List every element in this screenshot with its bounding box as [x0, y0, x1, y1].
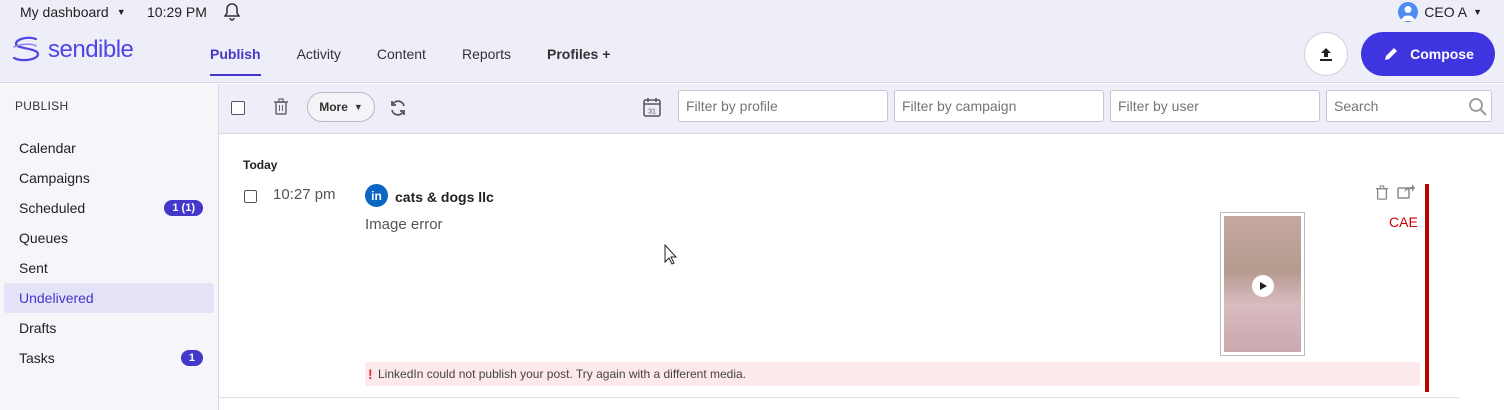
- main-nav: Publish Activity Content Reports Profile…: [210, 25, 646, 83]
- sidebar-item-label: Tasks: [19, 350, 55, 366]
- linkedin-icon: in: [365, 184, 388, 207]
- more-label: More: [319, 100, 348, 114]
- more-button[interactable]: More ▼: [307, 92, 375, 122]
- logo-text: sendible: [48, 36, 134, 63]
- sidebar-item-undelivered[interactable]: Undelivered: [4, 283, 214, 313]
- svg-text:31: 31: [648, 109, 656, 116]
- sidebar-item-calendar[interactable]: Calendar: [4, 133, 214, 163]
- post-time: 10:27 pm: [273, 186, 336, 203]
- mouse-cursor-icon: [664, 243, 678, 271]
- post-checkbox[interactable]: [244, 190, 257, 203]
- user-name: CEO A: [1424, 4, 1468, 20]
- count-badge: 1 (1): [164, 200, 203, 216]
- sidebar-item-label: Calendar: [19, 140, 76, 156]
- day-heading: Today: [243, 158, 278, 172]
- filter-campaign-input[interactable]: [894, 90, 1104, 122]
- compose-label: Compose: [1410, 46, 1474, 62]
- error-indicator-bar: [1425, 184, 1429, 392]
- avatar: [1398, 2, 1419, 22]
- search-icon[interactable]: [1468, 97, 1488, 122]
- play-icon[interactable]: [1252, 275, 1274, 297]
- refresh-icon[interactable]: [388, 98, 408, 123]
- sidebar-item-label: Sent: [19, 260, 48, 276]
- post-text: Image error: [365, 216, 443, 233]
- exclamation-icon: !: [368, 366, 373, 382]
- sidebar-item-scheduled[interactable]: Scheduled 1 (1): [4, 193, 214, 223]
- sidebar-item-label: Undelivered: [19, 290, 94, 306]
- tab-profiles[interactable]: Profiles +: [547, 25, 610, 83]
- error-message: ! LinkedIn could not publish your post. …: [365, 362, 1420, 386]
- tab-content[interactable]: Content: [377, 25, 426, 83]
- profile-name[interactable]: cats & dogs llc: [395, 189, 494, 205]
- pencil-icon: [1385, 48, 1398, 60]
- post-tag: CAE: [1389, 214, 1418, 230]
- sidebar-item-label: Campaigns: [19, 170, 90, 186]
- dashboard-label: My dashboard: [20, 4, 109, 20]
- tab-publish[interactable]: Publish: [210, 25, 261, 83]
- upload-button[interactable]: [1304, 32, 1348, 76]
- logo[interactable]: sendible: [10, 35, 134, 65]
- sidebar-item-drafts[interactable]: Drafts: [4, 313, 214, 343]
- sidebar-title: PUBLISH: [15, 99, 69, 113]
- media-thumbnail[interactable]: [1220, 212, 1305, 356]
- clock: 10:29 PM: [147, 4, 207, 20]
- sidebar: PUBLISH Calendar Campaigns Scheduled 1 (1…: [0, 84, 219, 410]
- top-strip: My dashboard ▼ 10:29 PM CEO A ▼: [0, 0, 1504, 25]
- sidebar-item-sent[interactable]: Sent: [4, 253, 214, 283]
- trash-icon[interactable]: [273, 98, 289, 121]
- sidebar-item-tasks[interactable]: Tasks 1: [4, 343, 214, 373]
- calendar-icon[interactable]: 31: [643, 97, 661, 122]
- post-list: Today 10:27 pm in cats & dogs llc Image …: [219, 134, 1504, 410]
- tab-reports[interactable]: Reports: [462, 25, 511, 83]
- sendible-logo-icon: [12, 36, 40, 62]
- sidebar-list: Calendar Campaigns Scheduled 1 (1) Queues…: [4, 133, 214, 373]
- filter-user-input[interactable]: [1110, 90, 1320, 122]
- caret-down-icon: ▼: [116, 7, 126, 17]
- trash-icon[interactable]: [1375, 185, 1389, 206]
- divider: [219, 397, 1459, 398]
- sidebar-item-label: Drafts: [19, 320, 57, 336]
- video-preview: [1224, 216, 1301, 352]
- share-icon[interactable]: [1397, 183, 1415, 204]
- bell-icon[interactable]: [222, 2, 242, 27]
- sidebar-item-label: Scheduled: [19, 200, 86, 216]
- compose-button[interactable]: Compose: [1361, 32, 1495, 76]
- app-header: sendible Publish Activity Content Report…: [0, 25, 1504, 83]
- sidebar-item-label: Queues: [19, 230, 69, 246]
- error-text: LinkedIn could not publish your post. Tr…: [378, 367, 746, 381]
- caret-down-icon: ▼: [353, 102, 363, 112]
- dashboard-selector[interactable]: My dashboard ▼: [20, 4, 126, 20]
- filter-profile-input[interactable]: [678, 90, 888, 122]
- upload-icon: [1320, 48, 1332, 61]
- caret-down-icon: ▼: [1473, 7, 1482, 17]
- sidebar-item-campaigns[interactable]: Campaigns: [4, 163, 214, 193]
- user-menu[interactable]: CEO A ▼: [1398, 2, 1482, 22]
- count-badge: 1: [180, 350, 203, 366]
- toolbar: More ▼ 31: [219, 84, 1504, 134]
- select-all-checkbox[interactable]: [231, 101, 245, 115]
- sidebar-item-queues[interactable]: Queues: [4, 223, 214, 253]
- tab-activity[interactable]: Activity: [297, 25, 341, 83]
